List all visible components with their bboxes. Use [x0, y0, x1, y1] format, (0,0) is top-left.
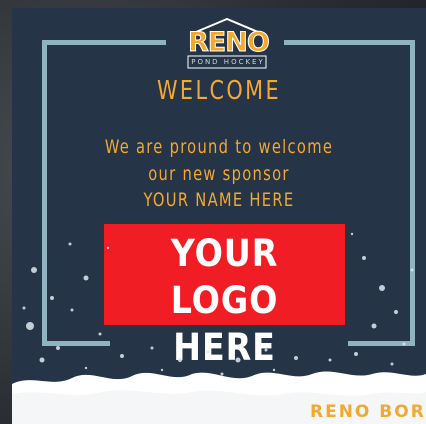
tagline: RENO BORN — [310, 402, 426, 422]
sponsor-card: RENO POND HOCKEY WELCOME We are pround t… — [12, 8, 426, 424]
snow-texture — [12, 232, 426, 424]
